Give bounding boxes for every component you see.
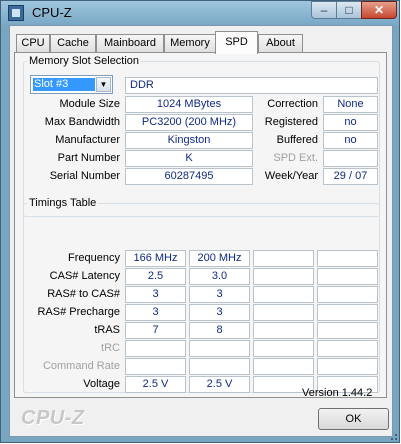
timing-cell: 3	[189, 286, 250, 303]
ok-button[interactable]: OK	[318, 408, 389, 430]
timings-table-legend: Timings Table	[29, 197, 97, 209]
version-label: Version 1.44.2	[302, 387, 373, 399]
module-size-value: 1024 MBytes	[125, 96, 253, 113]
part-number-value: K	[125, 150, 253, 167]
cpu-z-window: CPU-Z ‒ □ ✕ CPU Cache Mainboard Memory S…	[0, 0, 400, 443]
timing-cell	[317, 304, 378, 321]
timing-row-label: tRAS	[94, 324, 120, 336]
slot-select-value: Slot #3	[33, 78, 95, 91]
max-bandwidth-label: Max Bandwidth	[44, 116, 120, 128]
correction-label: Correction	[267, 98, 318, 110]
timing-row-label: RAS# to CAS#	[47, 288, 120, 300]
timing-cell: 2.5 V	[189, 376, 250, 393]
timing-cell	[189, 340, 250, 357]
slot-select[interactable]: Slot #3 ▼	[30, 75, 113, 94]
week-year-value: 29 / 07	[323, 168, 378, 185]
timing-cell	[253, 268, 314, 285]
chevron-down-icon[interactable]: ▼	[96, 77, 111, 92]
timing-cell: 7	[125, 322, 186, 339]
title-bar[interactable]: CPU-Z ‒ □ ✕	[1, 1, 399, 25]
timing-cell	[253, 286, 314, 303]
manufacturer-value: Kingston	[125, 132, 253, 149]
correction-value: None	[323, 96, 378, 113]
timing-row-label: CAS# Latency	[49, 270, 120, 282]
tab-spd[interactable]: SPD	[215, 31, 258, 54]
spd-tab-panel: Memory Slot Selection Slot #3 ▼ DDR Modu…	[14, 52, 387, 398]
timing-cell	[253, 304, 314, 321]
timing-cell	[317, 250, 378, 267]
registered-label: Registered	[264, 116, 318, 128]
tab-mainboard[interactable]: Mainboard	[96, 34, 164, 53]
module-size-label: Module Size	[59, 98, 120, 110]
timing-cell: 2.5 V	[125, 376, 186, 393]
buffered-value: no	[323, 132, 378, 149]
max-bandwidth-value: PC3200 (200 MHz)	[125, 114, 253, 131]
timing-row-label: tRC	[101, 342, 120, 354]
buffered-label: Buffered	[276, 134, 318, 146]
timing-cell	[189, 358, 250, 375]
timing-cell: 3	[125, 304, 186, 321]
timing-cell	[125, 340, 186, 357]
timing-cell: 3	[189, 304, 250, 321]
tab-cpu[interactable]: CPU	[16, 34, 50, 53]
timing-row-label: Command Rate	[42, 360, 120, 372]
memory-type-field: DDR	[125, 77, 378, 94]
timing-cell: 166 MHz	[125, 250, 186, 267]
window-title: CPU-Z	[32, 5, 72, 20]
timing-row-label: RAS# Precharge	[37, 306, 120, 318]
timing-cell	[317, 358, 378, 375]
close-button[interactable]: ✕	[361, 1, 397, 19]
timing-cell	[253, 340, 314, 357]
registered-value: no	[323, 114, 378, 131]
timing-cell	[317, 340, 378, 357]
part-number-label: Part Number	[57, 152, 120, 164]
spd-ext-label: SPD Ext.	[273, 152, 318, 164]
timing-cell: 200 MHz	[189, 250, 250, 267]
memory-slot-selection-legend: Memory Slot Selection	[29, 55, 140, 67]
client-area: CPU Cache Mainboard Memory SPD About Mem…	[9, 25, 393, 437]
spd-ext-value	[323, 150, 378, 167]
timing-cell: 2.5	[125, 268, 186, 285]
cpu-z-logo: CPU-Z	[21, 407, 85, 429]
timing-row-label: Voltage	[83, 378, 120, 390]
timing-cell	[125, 358, 186, 375]
timing-cell	[317, 268, 378, 285]
timing-cell	[253, 358, 314, 375]
timing-cell	[317, 322, 378, 339]
timing-cell	[253, 250, 314, 267]
timing-cell: 3	[125, 286, 186, 303]
timing-row-label: Frequency	[68, 252, 120, 264]
manufacturer-label: Manufacturer	[55, 134, 120, 146]
serial-number-value: 60287495	[125, 168, 253, 185]
tab-cache[interactable]: Cache	[50, 34, 96, 53]
tab-memory[interactable]: Memory	[164, 34, 216, 53]
week-year-label: Week/Year	[264, 170, 318, 182]
tab-about[interactable]: About	[258, 34, 303, 53]
resize-grip-icon[interactable]	[386, 429, 398, 441]
timing-cell: 8	[189, 322, 250, 339]
timing-cell	[253, 322, 314, 339]
minimize-button[interactable]: ‒	[311, 1, 337, 19]
cpu-z-app-icon	[8, 5, 24, 21]
timing-cell	[317, 286, 378, 303]
timing-cell: 3.0	[189, 268, 250, 285]
maximize-button[interactable]: □	[336, 1, 362, 19]
serial-number-label: Serial Number	[49, 170, 120, 182]
